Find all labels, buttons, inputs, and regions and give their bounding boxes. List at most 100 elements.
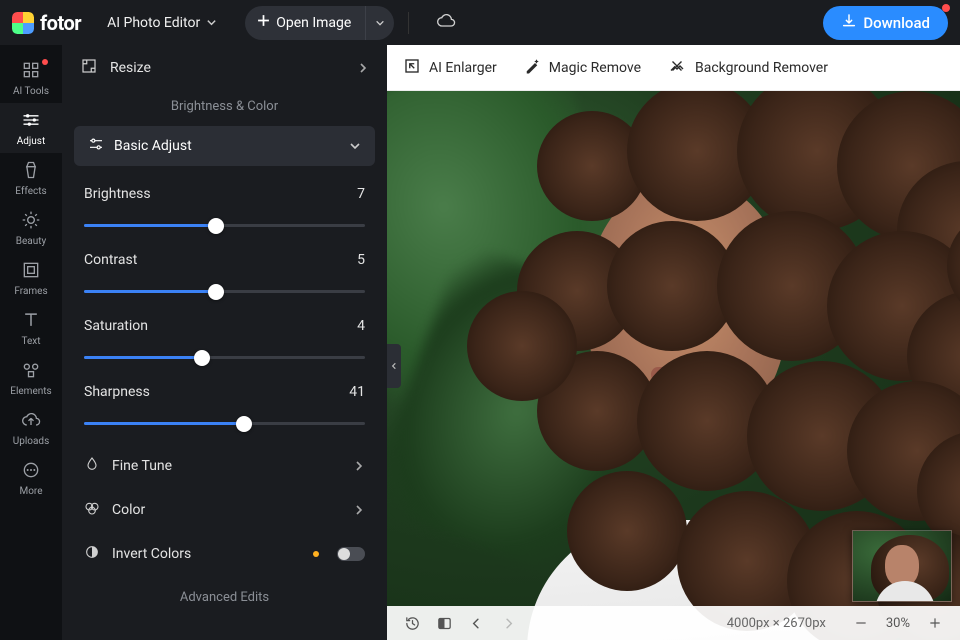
nav-beauty[interactable]: Beauty	[0, 203, 62, 253]
nav-label: Uploads	[13, 436, 49, 447]
slider-label: Brightness	[84, 186, 151, 202]
chevron-right-icon	[353, 460, 365, 472]
slider-saturation: Saturation4	[84, 308, 365, 374]
sliders-icon	[88, 136, 104, 156]
open-image-button[interactable]: Open Image	[245, 6, 366, 40]
download-label: Download	[863, 14, 930, 32]
nav-text[interactable]: Text	[0, 303, 62, 353]
canvas-dimensions: 4000px × 2670px	[727, 616, 826, 631]
cloud-button[interactable]	[429, 6, 463, 40]
open-image-label: Open Image	[276, 15, 351, 31]
slider-value: 5	[357, 252, 365, 268]
resize-row[interactable]: Resize	[62, 45, 387, 91]
zoom-level[interactable]: 30%	[886, 616, 910, 631]
nav-frames[interactable]: Frames	[0, 253, 62, 303]
nav-label: Adjust	[17, 136, 46, 147]
undo-button[interactable]	[465, 612, 487, 634]
adjust-icon	[21, 110, 41, 133]
canvas-area: AI Enlarger Magic Remove Background Remove…	[387, 45, 960, 640]
bg-remover-icon	[667, 57, 687, 79]
slider-value: 41	[349, 384, 365, 400]
slider-track[interactable]	[84, 214, 365, 238]
nav-elements[interactable]: Elements	[0, 353, 62, 403]
download-icon	[841, 13, 857, 33]
section-advanced: Advanced Edits	[62, 576, 387, 617]
quick-bg-remover[interactable]: Background Remover	[667, 57, 828, 79]
nav-uploads[interactable]: Uploads	[0, 403, 62, 453]
logo-icon	[12, 12, 34, 34]
invert-icon	[84, 544, 100, 564]
download-button[interactable]: Download	[823, 6, 948, 40]
open-image-group: Open Image	[245, 6, 394, 40]
nav-label: More	[19, 486, 42, 497]
nav-effects[interactable]: Effects	[0, 153, 62, 203]
minimap[interactable]	[852, 530, 952, 602]
slider-track[interactable]	[84, 346, 365, 370]
chevron-down-icon	[375, 13, 385, 32]
nav-label: Beauty	[16, 236, 47, 247]
divider	[408, 12, 409, 34]
elements-icon	[21, 360, 41, 383]
ai-enlarger-icon	[403, 57, 421, 79]
left-nav: AI Tools Adjust Effects Beauty Frames Text Ele…	[0, 45, 62, 640]
editor-mode-label: AI Photo Editor	[107, 15, 200, 31]
status-dot	[313, 551, 319, 557]
zoom-out-button[interactable]	[850, 612, 872, 634]
slider-label: Saturation	[84, 318, 148, 334]
fine-tune-row[interactable]: Fine Tune	[62, 444, 387, 488]
invert-toggle[interactable]	[337, 547, 365, 561]
chevron-right-icon	[353, 504, 365, 516]
invert-label: Invert Colors	[112, 546, 191, 562]
nav-label: Effects	[15, 186, 46, 197]
nav-more[interactable]: More	[0, 453, 62, 503]
quick-label: Magic Remove	[549, 60, 641, 76]
zoom-in-button[interactable]	[924, 612, 946, 634]
nav-label: Frames	[14, 286, 47, 297]
cloud-icon	[436, 11, 456, 35]
uploads-icon	[21, 410, 41, 433]
quick-label: AI Enlarger	[429, 60, 497, 76]
chevron-right-icon	[357, 62, 369, 74]
nav-label: AI Tools	[13, 86, 49, 97]
redo-button[interactable]	[497, 612, 519, 634]
ai-tools-icon	[21, 60, 41, 83]
basic-adjust-accordion[interactable]: Basic Adjust	[74, 126, 375, 166]
nav-label: Elements	[10, 386, 51, 397]
brand-text: fotor	[40, 11, 81, 35]
slider-track[interactable]	[84, 412, 365, 436]
color-row[interactable]: Color	[62, 488, 387, 532]
adjust-panel: Resize Brightness & Color Basic Adjust B…	[62, 45, 387, 640]
slider-track[interactable]	[84, 280, 365, 304]
panel-collapse-button[interactable]	[387, 344, 401, 388]
slider-label: Contrast	[84, 252, 137, 268]
canvas[interactable]: 4000px × 2670px 30%	[387, 91, 960, 640]
magic-remove-icon	[523, 57, 541, 79]
text-icon	[21, 310, 41, 333]
effects-icon	[21, 160, 41, 183]
nav-ai-tools[interactable]: AI Tools	[0, 53, 62, 103]
logo[interactable]: fotor	[12, 11, 81, 35]
frames-icon	[21, 260, 41, 283]
quick-ai-enlarger[interactable]: AI Enlarger	[403, 57, 497, 79]
slider-value: 7	[357, 186, 365, 202]
nav-adjust[interactable]: Adjust	[0, 103, 62, 153]
more-icon	[21, 460, 41, 483]
resize-label: Resize	[110, 60, 151, 76]
open-image-dropdown[interactable]	[366, 6, 394, 40]
plus-icon	[257, 14, 270, 31]
resize-icon	[80, 57, 98, 79]
color-wheel-icon	[84, 500, 100, 520]
compare-button[interactable]	[433, 612, 455, 634]
slider-contrast: Contrast 5	[84, 242, 365, 308]
canvas-bottom-bar: 4000px × 2670px 30%	[387, 606, 960, 640]
editor-mode-dropdown[interactable]: AI Photo Editor	[99, 9, 225, 37]
nav-label: Text	[21, 336, 40, 347]
quick-magic-remove[interactable]: Magic Remove	[523, 57, 641, 79]
chevron-down-icon	[206, 17, 217, 28]
quick-label: Background Remover	[695, 60, 828, 76]
chevron-down-icon	[349, 140, 361, 152]
droplet-icon	[84, 456, 100, 476]
history-button[interactable]	[401, 612, 423, 634]
slider-label: Sharpness	[84, 384, 150, 400]
basic-adjust-label: Basic Adjust	[114, 138, 192, 154]
